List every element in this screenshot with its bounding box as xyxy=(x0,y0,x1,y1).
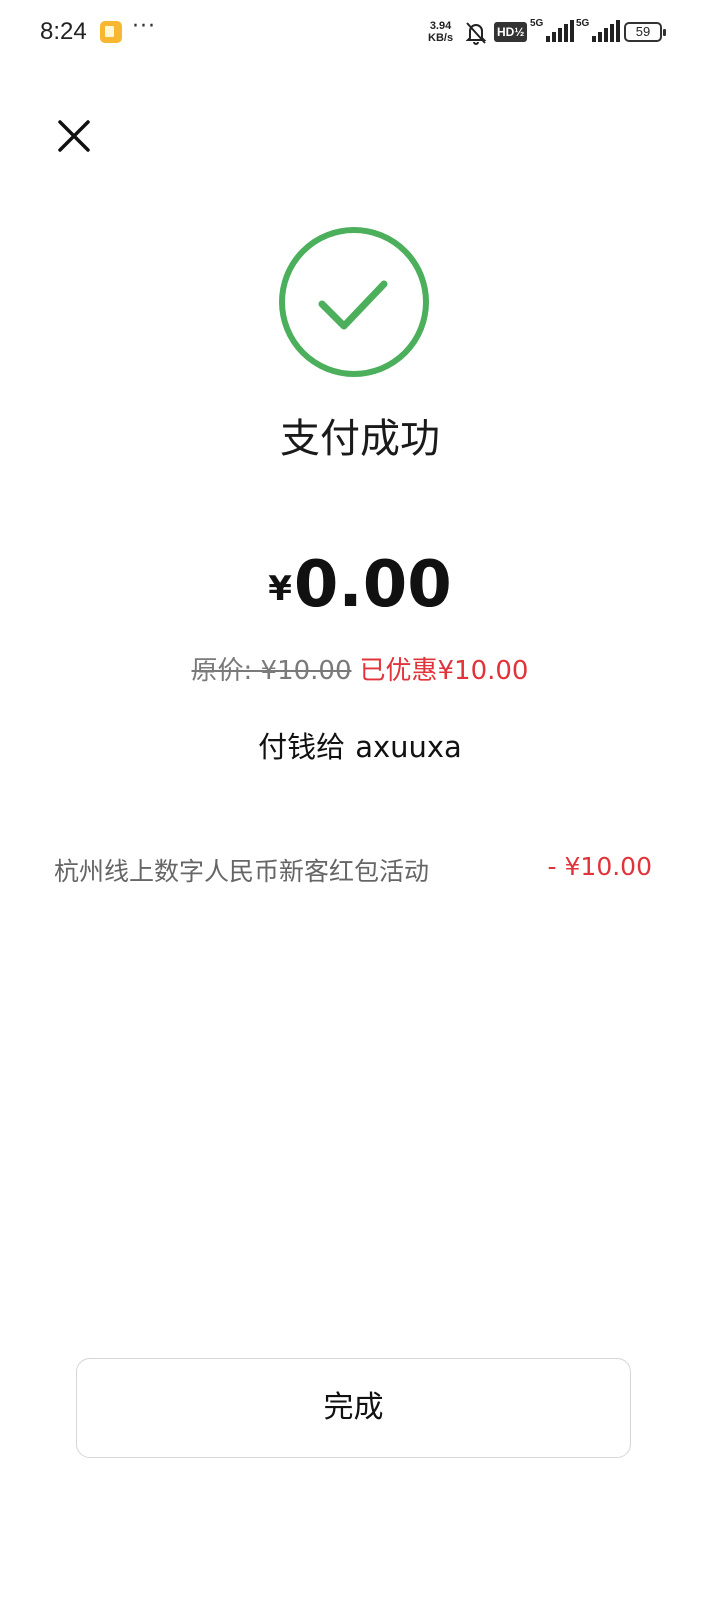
signal-1-icon: 5G xyxy=(530,18,574,44)
signal-2-icon: 5G xyxy=(576,18,620,44)
done-button[interactable]: 完成 xyxy=(76,1358,631,1458)
discount-amount: 已优惠¥10.00 xyxy=(359,656,529,686)
network-speed-value: 3.94 xyxy=(429,20,452,32)
original-price: 原价: ¥10.00 xyxy=(191,656,352,686)
payee-name: axuuxa xyxy=(355,730,462,764)
network-speed-unit: KB/s xyxy=(428,32,454,44)
battery-icon: 59 xyxy=(624,22,666,42)
payee-label: 付钱给 xyxy=(258,730,346,764)
discount-detail-label: 杭州线上数字人民币新客红包活动 xyxy=(54,857,430,886)
notes-app-icon xyxy=(100,21,122,43)
network-type-1: 5G xyxy=(530,18,544,29)
hd-voice-badge: HD½ xyxy=(494,22,528,42)
network-speed: 3.94 KB/s xyxy=(428,20,453,44)
more-notifications-icon: ··· xyxy=(132,14,156,39)
paid-amount: ¥0.00 xyxy=(0,548,720,622)
check-circle-icon xyxy=(279,227,429,377)
status-time: 8:24 xyxy=(40,18,87,45)
bell-off-icon xyxy=(465,22,487,45)
payee: 付钱给 axuuxa xyxy=(0,724,720,766)
currency-symbol: ¥ xyxy=(268,569,292,609)
discount-detail-amount: - ¥10.00 xyxy=(547,852,652,881)
amount-value: 0.00 xyxy=(293,548,452,622)
discount-detail-row: 杭州线上数字人民币新客红包活动 - ¥10.00 xyxy=(54,852,652,888)
network-type-2: 5G xyxy=(576,18,590,29)
price-summary: 原价: ¥10.00 已优惠¥10.00 xyxy=(0,650,720,687)
status-bar: 8:24 ··· 3.94 KB/s HD½ 5G 5G 59 xyxy=(0,0,720,64)
close-icon[interactable] xyxy=(52,114,96,158)
payment-success-title: 支付成功 xyxy=(280,416,440,462)
